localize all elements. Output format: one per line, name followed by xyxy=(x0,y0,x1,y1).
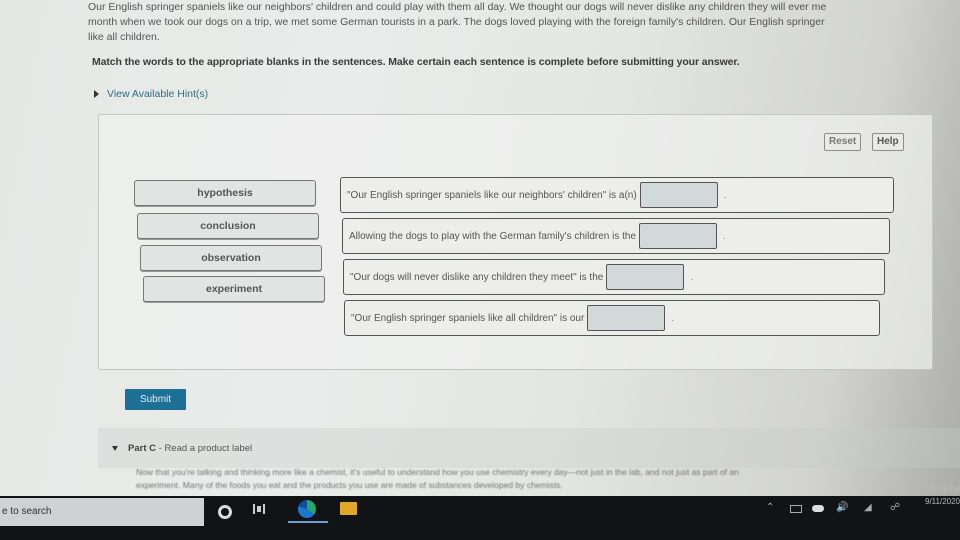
cloud-icon[interactable] xyxy=(812,505,824,512)
part-c-text: Now that you're talking and thinking mor… xyxy=(136,466,936,490)
word-tile-experiment[interactable]: experiment xyxy=(143,276,325,302)
volume-icon[interactable]: 🔊 xyxy=(836,502,848,513)
sentence-4-period: . xyxy=(671,312,675,324)
sentence-4: "Our English springer spaniels like all … xyxy=(344,300,880,336)
caret-right-icon xyxy=(94,90,99,98)
sentence-2-blank[interactable] xyxy=(639,223,718,249)
clock-time: 3:23 PM xyxy=(930,485,960,494)
submit-button[interactable]: Submit xyxy=(125,389,186,410)
wifi-icon[interactable]: ◢ xyxy=(864,502,872,513)
sentence-2: Allowing the dogs to play with the Germa… xyxy=(342,218,890,254)
taskbar-clock[interactable]: 3:23 PM 9/11/2020 xyxy=(916,484,960,508)
help-button[interactable]: Help xyxy=(872,133,904,151)
sentence-1: "Our English springer spaniels like our … xyxy=(340,177,894,213)
cortana-icon[interactable] xyxy=(218,505,232,519)
question-page: Our English springer spaniels like our n… xyxy=(0,0,960,490)
sentence-3-period: . xyxy=(690,271,694,283)
word-tile-observation[interactable]: observation xyxy=(140,245,322,271)
file-explorer-icon[interactable] xyxy=(340,502,357,515)
sentence-2-period: . xyxy=(723,230,726,242)
chevron-up-icon[interactable]: ⌃ xyxy=(766,502,774,513)
reset-button[interactable]: Reset xyxy=(824,133,862,151)
sentence-1-text: "Our English springer spaniels like our … xyxy=(347,189,637,201)
sentence-1-blank[interactable] xyxy=(639,182,718,208)
sentence-3: "Our dogs will never dislike any childre… xyxy=(343,259,885,295)
caret-down-icon xyxy=(112,446,118,451)
edge-active-indicator xyxy=(288,521,328,523)
sentence-1-period: . xyxy=(723,189,727,201)
word-tile-hypothesis[interactable]: hypothesis xyxy=(134,180,316,206)
sentence-4-text: "Our English springer spaniels like all … xyxy=(351,312,585,324)
part-c-label: Part C xyxy=(128,443,156,454)
intro-line-2: month when we took our dogs on a trip, w… xyxy=(88,16,825,28)
part-c-text-line-1: Now that you're talking and thinking mor… xyxy=(136,467,739,477)
sentence-3-text: "Our dogs will never dislike any childre… xyxy=(350,271,604,283)
view-hints-label: View Available Hint(s) xyxy=(107,88,209,100)
view-hints-toggle[interactable]: View Available Hint(s) xyxy=(94,88,208,100)
battery-icon[interactable] xyxy=(790,505,802,513)
clock-date: 9/11/2020 xyxy=(925,497,960,506)
intro-line-1: Our English springer spaniels like our n… xyxy=(88,1,827,13)
part-c-toggle[interactable]: Part C - Read a product label xyxy=(112,443,252,454)
sentence-4-blank[interactable] xyxy=(587,305,666,331)
word-tile-conclusion[interactable]: conclusion xyxy=(137,213,319,239)
taskbar-search-box[interactable]: e to search xyxy=(0,498,204,526)
part-c-title: Read a product label xyxy=(164,443,253,454)
part-c-heading: Part C - Read a product label xyxy=(128,443,252,454)
intro-paragraph: Our English springer spaniels like our n… xyxy=(88,0,960,45)
part-c-text-line-2: experiment. Many of the foods you eat an… xyxy=(136,480,563,490)
task-view-icon[interactable] xyxy=(253,504,265,514)
sentence-2-text: Allowing the dogs to play with the Germa… xyxy=(349,230,637,242)
edge-icon[interactable] xyxy=(298,500,316,518)
intro-line-3: like all children. xyxy=(88,31,160,43)
sentence-3-blank[interactable] xyxy=(606,264,685,290)
instructions: Match the words to the appropriate blank… xyxy=(92,56,740,68)
network-icon[interactable]: ☍ xyxy=(890,502,900,513)
